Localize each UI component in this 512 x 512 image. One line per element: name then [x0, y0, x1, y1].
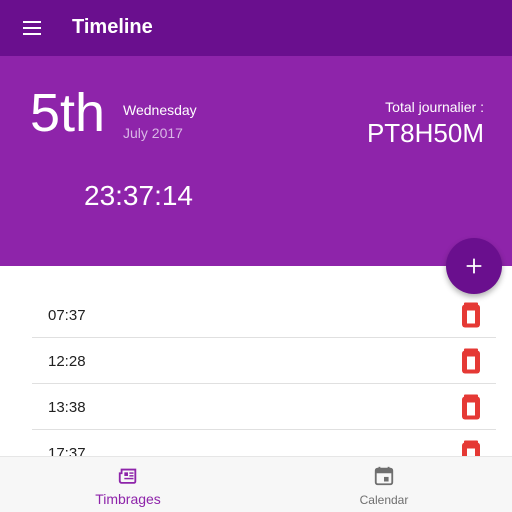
daily-total-label: Total journalier :	[385, 99, 484, 115]
bottom-navigation: Timbrages Calendar	[0, 456, 512, 512]
entry-time: 17:37	[48, 445, 86, 456]
app-bar: Timeline	[0, 0, 512, 56]
entry-time: 12:28	[48, 353, 86, 370]
entry-time: 13:38	[48, 399, 86, 416]
tab-timbrages[interactable]: Timbrages	[0, 457, 256, 512]
newspaper-icon	[118, 468, 137, 484]
add-entry-button[interactable]	[446, 238, 502, 294]
month-year-label: July 2017	[123, 125, 183, 141]
entry-time: 07:37	[48, 307, 86, 324]
current-time: 23:37:14	[84, 180, 193, 211]
list-item: 13:38	[32, 384, 496, 430]
list-item: 17:37	[32, 430, 496, 456]
weekday-label: Wednesday	[123, 102, 197, 118]
delete-icon[interactable]	[460, 394, 482, 420]
delete-icon[interactable]	[460, 302, 482, 328]
daily-total-value: PT8H50M	[366, 118, 484, 148]
list-item: 12:28	[32, 338, 496, 384]
day-summary-header: 5th Wednesday July 2017 Total journalier…	[0, 56, 512, 266]
tab-label: Calendar	[359, 493, 409, 507]
page-title: Timeline	[72, 16, 153, 38]
calendar-icon	[374, 466, 394, 486]
delete-icon[interactable]	[460, 440, 482, 456]
punch-list: 07:37 12:28 13:38 17:37	[32, 292, 496, 456]
day-number: 5th	[30, 83, 106, 143]
list-item: 07:37	[32, 292, 496, 338]
add-icon	[466, 258, 482, 274]
tab-calendar[interactable]: Calendar	[256, 457, 512, 512]
tab-label: Timbrages	[95, 491, 161, 507]
delete-icon[interactable]	[460, 348, 482, 374]
app-screen: Timeline 5th Wednesday July 2017 Total j…	[0, 0, 512, 512]
menu-icon[interactable]	[14, 14, 50, 42]
